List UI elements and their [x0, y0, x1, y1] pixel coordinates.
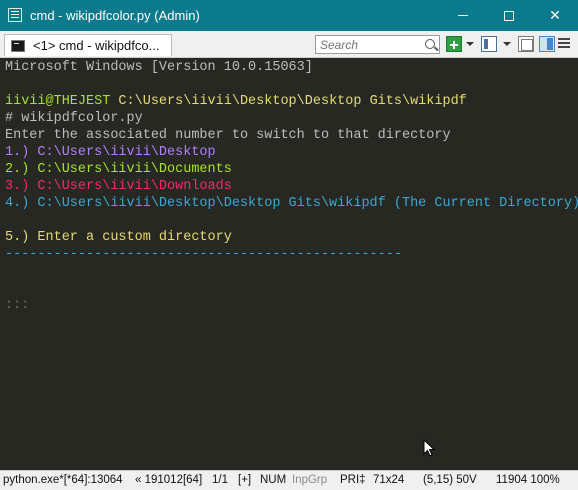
close-button[interactable]: ✕ [532, 0, 578, 31]
option-downloads: 3.) C:\Users\iivii\Downloads [5, 179, 232, 194]
prompt-user: iivii@THEJEST [5, 94, 111, 109]
status-pages[interactable]: 1/1 [212, 474, 228, 486]
option-desktop: 1.) C:\Users\iivii\Desktop [5, 145, 216, 160]
maximize-button[interactable] [486, 0, 532, 31]
menu-icon[interactable] [558, 36, 572, 52]
mouse-pointer-icon [423, 439, 435, 457]
panel-layout-icon[interactable] [518, 36, 534, 52]
status-zoom[interactable]: 11904 100% [496, 474, 560, 486]
option-documents: 2.) C:\Users\iivii\Documents [5, 162, 232, 177]
status-insert-mode[interactable]: [+] [238, 474, 251, 486]
console-tab[interactable]: <1> cmd - wikipdfco... [4, 34, 172, 56]
status-cursor-position[interactable]: (5,15) 50V [423, 474, 477, 486]
split-panel-icon[interactable] [539, 36, 555, 52]
maximize-icon [504, 10, 514, 21]
close-icon: ✕ [549, 7, 561, 23]
window-mode-button[interactable] [481, 36, 497, 52]
command-line: # wikipdfcolor.py [5, 111, 143, 126]
console-app-icon[interactable] [8, 8, 22, 22]
status-input-group[interactable]: InpGrp [292, 474, 327, 486]
instruction-line: Enter the associated number to switch to… [5, 128, 451, 143]
minimize-button[interactable] [440, 0, 486, 31]
window-title: cmd - wikipdfcolor.py (Admin) [30, 8, 200, 23]
search-input[interactable] [316, 36, 416, 54]
new-console-dropdown-icon[interactable] [466, 42, 474, 46]
status-priority[interactable]: PRI‡ [340, 474, 366, 486]
status-build[interactable]: « 191012[64] [135, 474, 202, 486]
prompt-path: C:\Users\iivii\Desktop\Desktop Gits\wiki… [110, 94, 467, 109]
search-icon[interactable] [425, 39, 435, 49]
window-mode-dropdown-icon[interactable] [503, 42, 511, 46]
console-output[interactable]: Microsoft Windows [Version 10.0.15063] i… [0, 58, 578, 470]
new-console-button[interactable] [446, 36, 462, 52]
status-console-size[interactable]: 71x24 [373, 474, 404, 486]
tab-toolbar: <1> cmd - wikipdfco... [0, 31, 578, 58]
minimize-icon [458, 15, 468, 16]
tab-label: <1> cmd - wikipdfco... [33, 38, 160, 53]
option-current-directory: 4.) C:\Users\iivii\Desktop\Desktop Gits\… [5, 196, 578, 211]
input-prompt[interactable]: ::: [5, 297, 29, 314]
title-bar: cmd - wikipdfcolor.py (Admin) ✕ [0, 0, 578, 31]
status-process[interactable]: python.exe*[*64]:13064 [3, 474, 123, 486]
search-box[interactable] [315, 35, 440, 54]
status-bar: python.exe*[*64]:13064 « 191012[64] 1/1 … [0, 470, 578, 490]
option-custom-directory: 5.) Enter a custom directory [5, 230, 232, 245]
separator-line: ----------------------------------------… [5, 247, 402, 262]
status-num-lock[interactable]: NUM [260, 474, 286, 486]
version-line: Microsoft Windows [Version 10.0.15063] [5, 60, 313, 75]
prompt-line: iivii@THEJEST C:\Users\iivii\Desktop\Des… [5, 93, 467, 110]
terminal-icon [11, 39, 25, 52]
